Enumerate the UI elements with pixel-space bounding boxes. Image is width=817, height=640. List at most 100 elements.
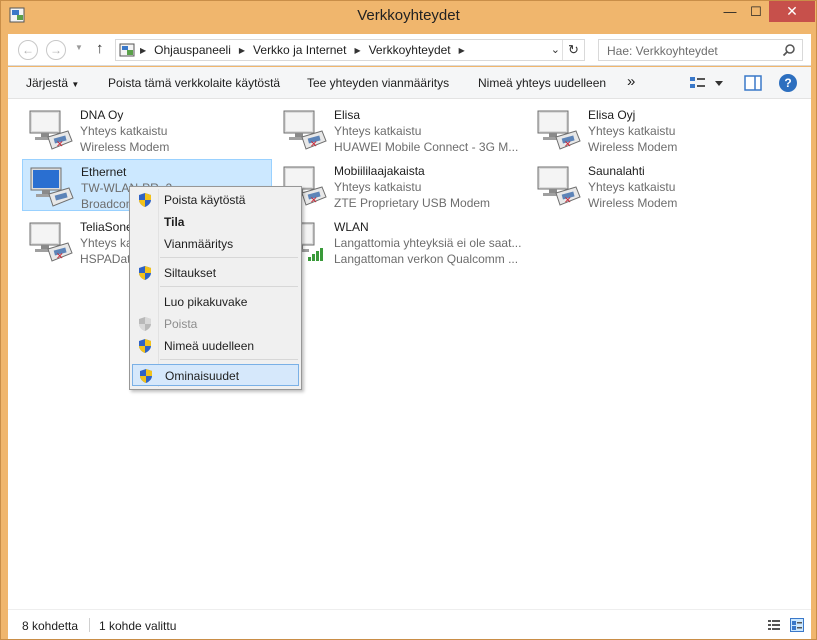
svg-text:✕: ✕ [56,251,64,261]
connection-item[interactable]: ✕ DNA Oy Yhteys katkaistu Wireless Modem [22,103,272,155]
connection-status: Yhteys katkaistu [588,124,676,138]
menu-item[interactable]: Vianmääritys [132,233,299,255]
context-menu: Poista käytöstä Tila Vianmääritys Siltaukse… [129,186,302,390]
back-button[interactable]: ← [18,40,38,60]
details-view-icon[interactable] [767,618,781,632]
rename-button[interactable]: Nimeä yhteys uudelleen [478,76,606,90]
uac-shield-icon [138,265,152,281]
connection-item[interactable]: ✕ Saunalahti Yhteys katkaistu Wireless Mode… [530,159,780,211]
breadcrumb-network-internet[interactable]: Verkko ja Internet [253,43,346,57]
connection-name: DNA Oy [80,108,124,122]
diagnose-button[interactable]: Tee yhteyden vianmääritys [307,76,449,90]
connection-item[interactable]: ✕ Elisa Oyj Yhteys katkaistu Wireless Modem [530,103,780,155]
organize-label: Järjestä [26,76,69,90]
more-commands-button[interactable]: » [627,73,635,90]
modem-disconnected-icon: ✕ [26,107,74,151]
connection-device: HSPADat [80,252,131,266]
uac-shield-icon [138,316,152,332]
menu-item-label: Vianmääritys [164,237,234,251]
menu-item-label: Poista [164,317,198,331]
connection-item[interactable]: ✕ Mobiililaajakaista Yhteys katkaistu ZTE P… [276,159,526,211]
menu-item[interactable]: Nimeä uudelleen [132,335,299,357]
menu-item-label: Luo pikakuvake [164,295,248,309]
menu-item[interactable]: Siltaukset [132,262,299,284]
connection-name: Saunalahti [588,164,645,178]
breadcrumb-separator-icon[interactable]: ▶ [140,46,146,55]
connection-device: Wireless Modem [80,140,170,154]
menu-item-label: Siltaukset [164,266,217,280]
status-bar: 8 kohdetta 1 kohde valittu [8,609,811,639]
connection-status: Yhteys katkaistu [334,124,422,138]
menu-item[interactable]: Poista [132,313,299,335]
tiles-view-icon[interactable] [790,618,804,632]
connection-name: WLAN [334,220,369,234]
breadcrumb-control-panel[interactable]: Ohjauspaneeli [154,43,231,57]
connection-item[interactable]: WLAN Langattomia yhteyksiä ei ole saat...… [276,215,526,267]
connection-device: Langattoman verkon Qualcomm ... [334,252,519,266]
menu-item[interactable]: Luo pikakuvake [132,291,299,313]
search-placeholder: Hae: Verkkoyhteydet [607,44,718,58]
close-button[interactable]: ✕ [769,1,815,22]
disable-device-button[interactable]: Poista tämä verkkolaite käytöstä [108,76,280,90]
menu-item[interactable]: Ominaisuudet [132,364,299,386]
connection-name: Ethernet [81,165,127,179]
connection-name: Mobiililaajakaista [334,164,425,178]
navigation-bar: ← → ▼ ↑ ▶ Ohjauspaneeli ▶ Verkko ja Inte… [8,34,811,66]
menu-item[interactable]: Tila [132,211,299,233]
address-bar[interactable]: ▶ Ohjauspaneeli ▶ Verkko ja Internet ▶ V… [115,39,585,61]
command-bar: Järjestä ▼ Poista tämä verkkolaite käytö… [8,67,811,99]
connection-status: Langattomia yhteyksiä ei ole saat... [334,236,522,250]
up-button[interactable]: ↑ [96,40,104,57]
connection-name: TeliaSone [80,220,133,234]
maximize-button[interactable]: ☐ [743,1,769,22]
connection-device: ZTE Proprietary USB Modem [334,196,491,210]
connection-status: Yhteys katkaistu [80,124,168,138]
help-button[interactable]: ? [779,74,797,92]
recent-locations-dropdown[interactable]: ▼ [75,43,83,52]
menu-separator [160,359,298,360]
organize-menu[interactable]: Järjestä ▼ [26,76,79,90]
breadcrumb-separator-icon[interactable]: ▶ [354,46,360,55]
breadcrumb-separator-icon[interactable]: ▶ [239,46,245,55]
connection-status: Yhteys katkaistu [588,180,676,194]
menu-separator [160,257,298,258]
modem-disconnected-icon: ✕ [534,163,582,207]
connection-device: Wireless Modem [588,196,678,210]
minimize-button[interactable]: — [717,1,743,22]
search-input[interactable]: Hae: Verkkoyhteydet [598,39,803,61]
svg-text:✕: ✕ [564,139,572,149]
view-options-icon[interactable] [689,75,725,91]
uac-shield-icon [139,368,153,384]
modem-disconnected-icon: ✕ [534,107,582,151]
ethernet-icon [27,164,75,208]
chevron-down-icon: ▼ [71,80,80,89]
search-icon[interactable] [782,43,796,57]
svg-text:✕: ✕ [310,139,318,149]
connection-status: Yhteys katkaistu [334,180,422,194]
connection-name: Elisa Oyj [588,108,636,122]
explorer-window: Verkkoyhteydet — ☐ ✕ ← → ▼ ↑ ▶ Ohjauspan… [0,0,817,640]
selection-count: 1 kohde valittu [99,619,177,633]
connection-item[interactable]: ✕ Elisa Yhteys katkaistu HUAWEI Mobile Conn… [276,103,526,155]
menu-item-label: Poista käytöstä [164,193,246,207]
uac-shield-icon [138,338,152,354]
svg-text:✕: ✕ [310,195,318,205]
breadcrumb-separator-icon[interactable]: ▶ [459,46,465,55]
forward-button[interactable]: → [46,40,66,60]
uac-shield-icon [138,192,152,208]
title-bar[interactable]: Verkkoyhteydet — ☐ ✕ [1,1,816,31]
modem-disconnected-icon: ✕ [26,219,74,263]
menu-item[interactable]: Poista käytöstä [132,189,299,211]
window-title: Verkkoyhteydet [357,7,460,24]
svg-text:✕: ✕ [564,195,572,205]
preview-pane-icon[interactable] [744,75,762,91]
breadcrumb: ▶ Ohjauspaneeli ▶ Verkko ja Internet ▶ V… [138,43,473,57]
connection-device: HUAWEI Mobile Connect - 3G M... [334,140,519,154]
address-history-dropdown[interactable]: ⌄ [551,43,560,56]
refresh-button[interactable]: ↻ [562,40,584,60]
menu-separator [160,286,298,287]
connection-device: Broadcom [81,197,136,211]
control-panel-icon [119,43,135,57]
menu-item-label: Ominaisuudet [165,369,240,383]
breadcrumb-network-connections[interactable]: Verkkoyhteydet [369,43,451,57]
